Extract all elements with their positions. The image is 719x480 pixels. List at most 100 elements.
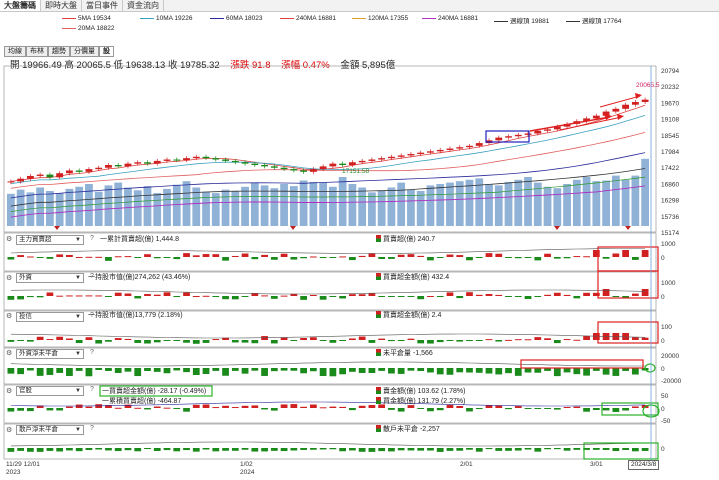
- panel-select-6[interactable]: 散戶淨未平倉 ▼: [16, 425, 84, 435]
- panel-bar: [475, 408, 483, 409]
- panel-bar: [241, 253, 249, 257]
- panel-bar: [192, 340, 200, 344]
- panel-bar: [163, 340, 171, 341]
- panel-bar: [368, 368, 376, 373]
- panel-bar: [329, 340, 337, 343]
- panel-bar: [583, 256, 590, 258]
- help-icon[interactable]: ?: [90, 386, 94, 393]
- panel-bar: [183, 408, 190, 412]
- volume-bar: [211, 193, 220, 226]
- panel-bar: [397, 448, 405, 451]
- panel-select-3[interactable]: 投信 ▼: [16, 312, 84, 322]
- panel-bar: [202, 340, 210, 343]
- volume-bar: [494, 185, 503, 226]
- volume-bar: [55, 193, 64, 226]
- panel-bar: [163, 448, 171, 451]
- panel-bar: [153, 294, 161, 296]
- panel-bar: [270, 448, 278, 451]
- volume-bar: [270, 188, 279, 226]
- panel-select-2[interactable]: 外資 ▼: [16, 273, 84, 283]
- candle: [192, 156, 200, 159]
- candle: [261, 165, 268, 167]
- volume-bar: [221, 189, 230, 226]
- volume-bar: [407, 189, 415, 226]
- candle: [397, 155, 405, 157]
- panel-bar: [46, 408, 54, 411]
- panel-bar: [592, 250, 600, 257]
- volume-bar: [592, 181, 601, 226]
- panel-bar: [446, 292, 454, 296]
- panel-select-4[interactable]: 外資淨未平倉 ▼: [16, 349, 84, 359]
- panel-bar: [631, 257, 639, 260]
- panel-bar: [534, 296, 542, 297]
- panel-bar: [17, 448, 25, 451]
- panel-bar: [85, 448, 93, 451]
- panel-bar: [485, 253, 493, 257]
- panel-bar: [183, 253, 190, 257]
- event-marker: [290, 226, 296, 230]
- panel-bar: [583, 292, 590, 296]
- panel-bar: [358, 255, 366, 257]
- panel-axis-label: 0: [661, 406, 665, 413]
- panel-bar: [309, 368, 317, 372]
- panel-bar: [212, 448, 220, 452]
- panel-line: [10, 333, 646, 339]
- panel-bar: [280, 337, 288, 340]
- gear-icon[interactable]: ⚙: [6, 349, 12, 357]
- help-icon[interactable]: ?: [90, 349, 94, 356]
- panel-bar: [202, 254, 210, 257]
- panel-bar: [524, 448, 532, 450]
- panel-bar: [36, 448, 44, 452]
- panel-bar: [75, 256, 83, 258]
- panel-bar: [300, 406, 307, 408]
- volume-bar: [368, 192, 376, 226]
- candle: [368, 159, 376, 161]
- volume-bar: [202, 191, 210, 226]
- panel-bar: [144, 408, 151, 410]
- panel-select-5[interactable]: 官股 ▼: [16, 386, 84, 396]
- panel-bar: [241, 405, 249, 408]
- panel-axis-label: -20000: [661, 378, 682, 385]
- panel-bar: [622, 408, 629, 411]
- panel-bar: [475, 448, 483, 452]
- candle: [17, 178, 25, 182]
- gear-icon[interactable]: ⚙: [6, 387, 12, 395]
- panel-bar: [485, 368, 493, 374]
- price-tick-label: 17984: [661, 149, 679, 156]
- panel-bar: [563, 294, 571, 296]
- gear-icon[interactable]: ⚙: [6, 312, 12, 320]
- panel-bar: [319, 407, 327, 409]
- panel-bar: [56, 408, 64, 411]
- panel-select-1[interactable]: 主力買賣超 ▼: [16, 235, 84, 245]
- price-tick-label: 18545: [661, 133, 679, 140]
- panel-bar: [222, 296, 229, 300]
- gear-icon[interactable]: ⚙: [6, 235, 12, 243]
- help-icon[interactable]: ?: [90, 235, 94, 242]
- gear-icon[interactable]: ⚙: [6, 426, 12, 434]
- panel-bar: [368, 405, 376, 408]
- panel-bar: [485, 448, 493, 450]
- panel-bar: [495, 368, 503, 375]
- panel-bar: [524, 408, 532, 409]
- panel-bar: [153, 406, 161, 408]
- panel-bar: [163, 368, 171, 374]
- price-tick-label: 20232: [661, 84, 679, 91]
- panel-5-right-label: 賣金額(億) 103.62 (1.78%): [376, 386, 465, 396]
- panel-bar: [417, 255, 425, 257]
- panel-bar: [134, 296, 142, 299]
- gear-icon[interactable]: ⚙: [6, 274, 12, 282]
- panel-bar: [309, 404, 317, 408]
- trend-arrow-2-head: [617, 114, 624, 120]
- candle: [183, 158, 190, 161]
- panel-bar: [144, 254, 151, 257]
- panel-bar: [466, 292, 473, 296]
- panel-bar: [212, 407, 220, 409]
- help-icon[interactable]: ?: [90, 425, 94, 432]
- panel-bar: [280, 253, 288, 257]
- panel-bar: [573, 256, 581, 258]
- volume-bar: [602, 180, 610, 226]
- panel-axis-label: 0: [661, 366, 665, 373]
- panel-bar: [231, 368, 239, 371]
- low-marker-label: 17151.58: [342, 168, 369, 175]
- panel-bar: [563, 339, 571, 341]
